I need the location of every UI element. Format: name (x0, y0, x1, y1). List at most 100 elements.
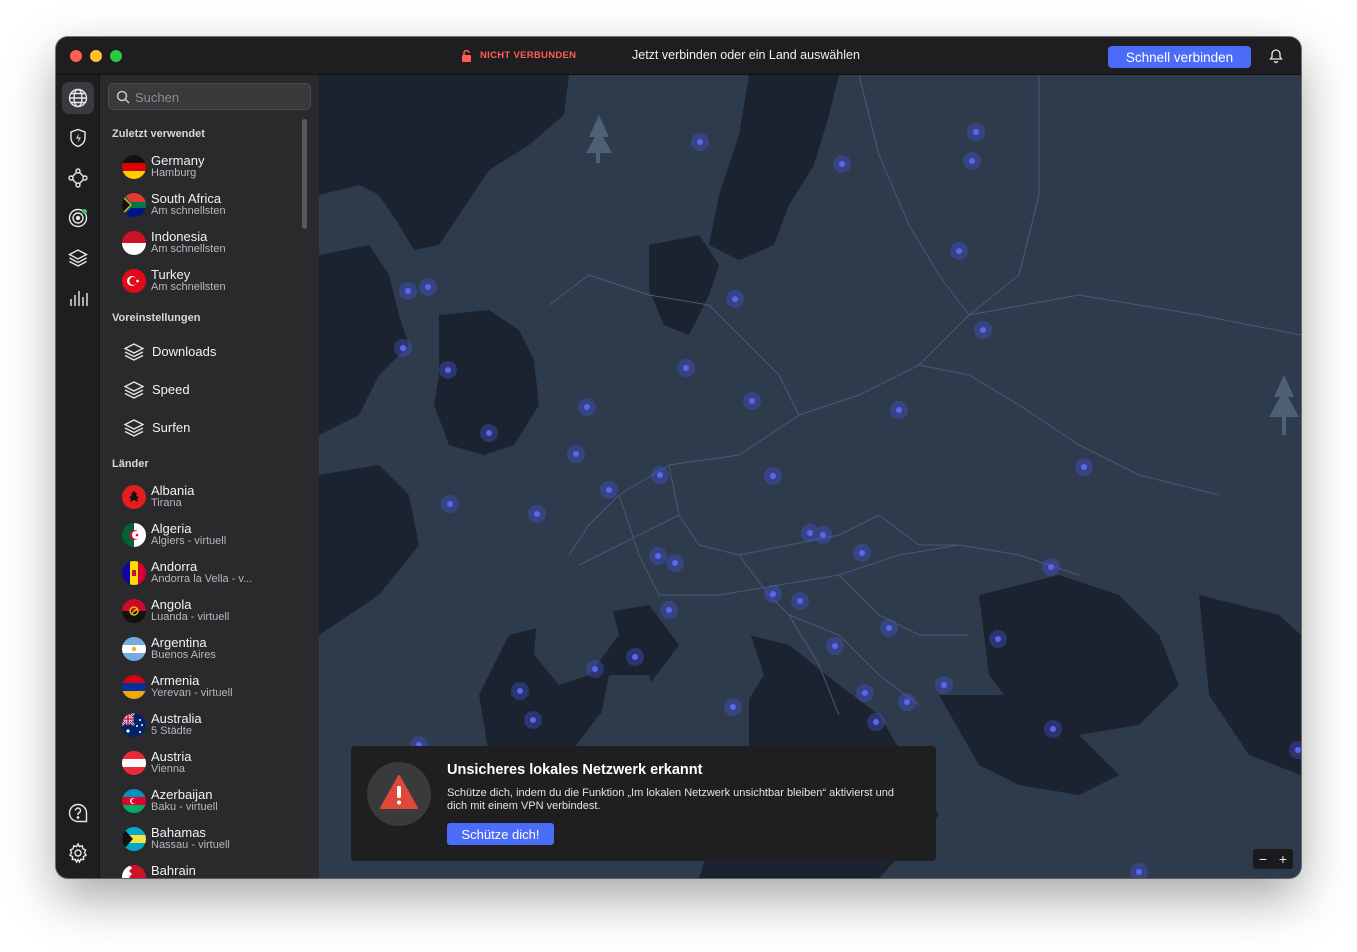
recent-item-sub: Am schnellsten (151, 281, 226, 293)
recent-item-germany[interactable]: Germany Hamburg (120, 150, 300, 186)
country-item-azerbaijan[interactable]: Azerbaijan Baku - virtuell (120, 784, 300, 820)
country-item-angola[interactable]: Angola Luanda - virtuell (120, 594, 300, 630)
turkey-flag-icon (122, 269, 146, 293)
zoom-out-button[interactable]: − (1259, 851, 1267, 867)
angola-flag-icon (122, 599, 146, 623)
country-sub: 5 Städte (151, 725, 192, 737)
nav-settings-button[interactable] (62, 837, 94, 869)
preset-speed[interactable]: Speed (120, 375, 300, 405)
andorra-flag-icon (122, 561, 146, 585)
country-name: Bahrain (151, 863, 196, 878)
meshnet-icon (68, 168, 88, 188)
bell-icon[interactable] (1268, 48, 1284, 64)
recent-item-sub: Hamburg (151, 167, 197, 179)
section-presets-title: Voreinstellungen (112, 312, 201, 324)
country-item-andorra[interactable]: Andorra Andorra la Vella - v... (120, 556, 300, 592)
close-window-button[interactable] (70, 50, 82, 62)
algeria-flag-icon (122, 523, 146, 547)
country-name: Angola (151, 597, 192, 612)
preset-name: Surfen (152, 420, 191, 435)
country-name: Albania (151, 483, 195, 498)
albania-flag-icon (122, 485, 146, 509)
quick-connect-button[interactable]: Schnell verbinden (1108, 46, 1251, 68)
country-item-austria[interactable]: Austria Vienna (120, 746, 300, 782)
unsafe-network-toast: Unsicheres lokales Netzwerk erkannt Schü… (351, 746, 936, 861)
recent-item-indonesia[interactable]: Indonesia Am schnellsten (120, 226, 300, 262)
nav-meshnet-button[interactable] (62, 162, 94, 194)
nav-help-button[interactable] (62, 797, 94, 829)
protect-me-button[interactable]: Schütze dich! (447, 823, 554, 845)
country-sub: Tirana (151, 497, 182, 509)
connection-status: NICHT VERBUNDEN (461, 49, 576, 62)
bahrain-flag-icon (122, 865, 146, 878)
country-item-bahrain[interactable]: Bahrain (120, 860, 300, 878)
country-item-algeria[interactable]: Algeria Algiers - virtuell (120, 518, 300, 554)
country-sub: Algiers - virtuell (151, 535, 227, 547)
south-africa-flag-icon (122, 193, 146, 217)
country-item-australia[interactable]: Australia 5 Städte (120, 708, 300, 744)
warning-icon (380, 775, 418, 809)
nav-darkweb-monitor-button[interactable] (62, 202, 94, 234)
austria-flag-icon (122, 751, 146, 775)
country-name: Austria (151, 749, 192, 764)
bahamas-flag-icon (122, 827, 146, 851)
country-item-argentina[interactable]: Argentina Buenos Aires (120, 632, 300, 668)
nav-statistics-button[interactable] (62, 282, 94, 314)
preset-downloads[interactable]: Downloads (120, 337, 300, 367)
country-sub: Nassau - virtuell (151, 839, 230, 851)
country-name: Azerbaijan (151, 787, 213, 802)
country-sub: Andorra la Vella - v... (151, 573, 253, 585)
indonesia-flag-icon (122, 231, 146, 255)
nav-globe-button[interactable] (62, 82, 94, 114)
globe-icon (68, 88, 88, 108)
zoom-in-button[interactable]: + (1279, 851, 1287, 867)
target-icon (68, 208, 88, 228)
layers-icon (68, 249, 88, 267)
nav-specialty-servers-button[interactable] (62, 242, 94, 274)
germany-flag-icon (122, 155, 146, 179)
minimize-window-button[interactable] (90, 50, 102, 62)
recent-item-sub: Am schnellsten (151, 205, 226, 217)
country-name: Bahamas (151, 825, 206, 840)
armenia-flag-icon (122, 675, 146, 699)
navigation-rail (56, 75, 100, 878)
search-input[interactable] (135, 88, 305, 106)
recent-item-name: Turkey (151, 267, 191, 282)
country-item-bahamas[interactable]: Bahamas Nassau - virtuell (120, 822, 300, 858)
layers-icon (123, 419, 145, 437)
azerbaijan-flag-icon (122, 789, 146, 813)
recent-item-name: Germany (151, 153, 205, 168)
preset-name: Speed (152, 382, 190, 397)
country-name: Armenia (151, 673, 200, 688)
map-zoom-controls: − + (1253, 849, 1293, 869)
zoom-window-button[interactable] (110, 50, 122, 62)
preset-surfen[interactable]: Surfen (120, 413, 300, 443)
gear-icon (69, 842, 87, 864)
section-countries-title: Länder (112, 458, 149, 470)
status-label: NICHT VERBUNDEN (480, 50, 577, 61)
country-item-armenia[interactable]: Armenia Yerevan - virtuell (120, 670, 300, 706)
layers-icon (123, 343, 145, 361)
nav-threat-protection-button[interactable] (62, 122, 94, 154)
recent-item-name: Indonesia (151, 229, 208, 244)
titlebar: NICHT VERBUNDEN Jetzt verbinden oder ein… (56, 37, 1301, 75)
recent-item-turkey[interactable]: Turkey Am schnellsten (120, 264, 300, 300)
help-icon (68, 803, 88, 823)
australia-flag-icon (122, 713, 146, 737)
country-name: Argentina (151, 635, 207, 650)
search-box (108, 83, 311, 110)
window-controls (70, 50, 122, 62)
country-item-albania[interactable]: Albania Tirana (120, 480, 300, 516)
recent-item-south-africa[interactable]: South Africa Am schnellsten (120, 188, 300, 224)
country-sub: Baku - virtuell (151, 801, 218, 813)
sidebar-scrollbar[interactable] (302, 119, 307, 229)
toast-body: Schütze dich, indem du die Funktion „Im … (447, 787, 894, 812)
country-name: Andorra (151, 559, 198, 574)
warning-icon-container (367, 762, 431, 826)
argentina-flag-icon (122, 637, 146, 661)
layers-icon (123, 381, 145, 399)
country-sub: Buenos Aires (151, 649, 216, 661)
search-icon (116, 90, 130, 104)
toast-title: Unsicheres lokales Netzwerk erkannt (447, 762, 703, 778)
lock-open-icon (462, 49, 471, 62)
